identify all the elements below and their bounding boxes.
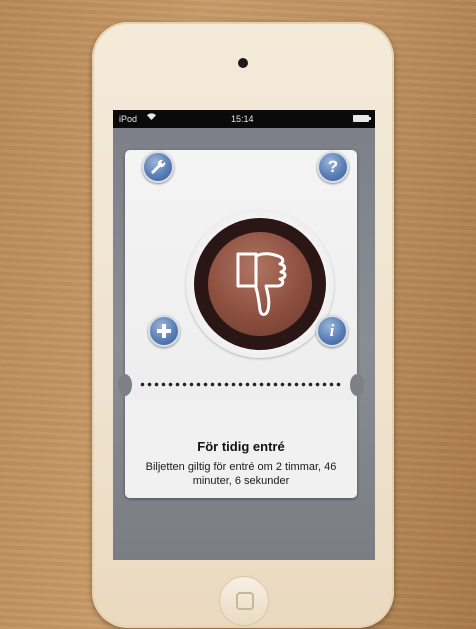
status-badge xyxy=(186,210,334,358)
carrier-label: iPod xyxy=(119,114,138,124)
ticket-notch-right xyxy=(350,374,364,396)
front-camera xyxy=(238,58,248,68)
add-button[interactable] xyxy=(148,315,180,347)
settings-button[interactable] xyxy=(142,151,174,183)
help-label: ? xyxy=(327,157,339,176)
wifi-icon xyxy=(146,112,157,124)
plus-icon xyxy=(157,324,171,338)
help-button[interactable]: ? xyxy=(317,151,349,183)
perforation-line xyxy=(139,382,343,387)
info-label: i xyxy=(329,321,335,340)
info-button[interactable]: i xyxy=(316,315,348,347)
clock-time: 15:14 xyxy=(231,114,254,124)
ticket-notch-left xyxy=(118,374,132,396)
status-bar: iPod 15:14 xyxy=(113,110,375,128)
status-title: För tidig entré xyxy=(197,439,285,454)
thumbs-down-icon xyxy=(208,232,312,336)
wrench-icon xyxy=(151,159,166,174)
home-button[interactable] xyxy=(219,576,269,626)
home-square-icon xyxy=(236,592,254,610)
battery-icon xyxy=(353,115,371,122)
status-description: Biljetten giltig för entré om 2 timmar, … xyxy=(145,461,337,487)
